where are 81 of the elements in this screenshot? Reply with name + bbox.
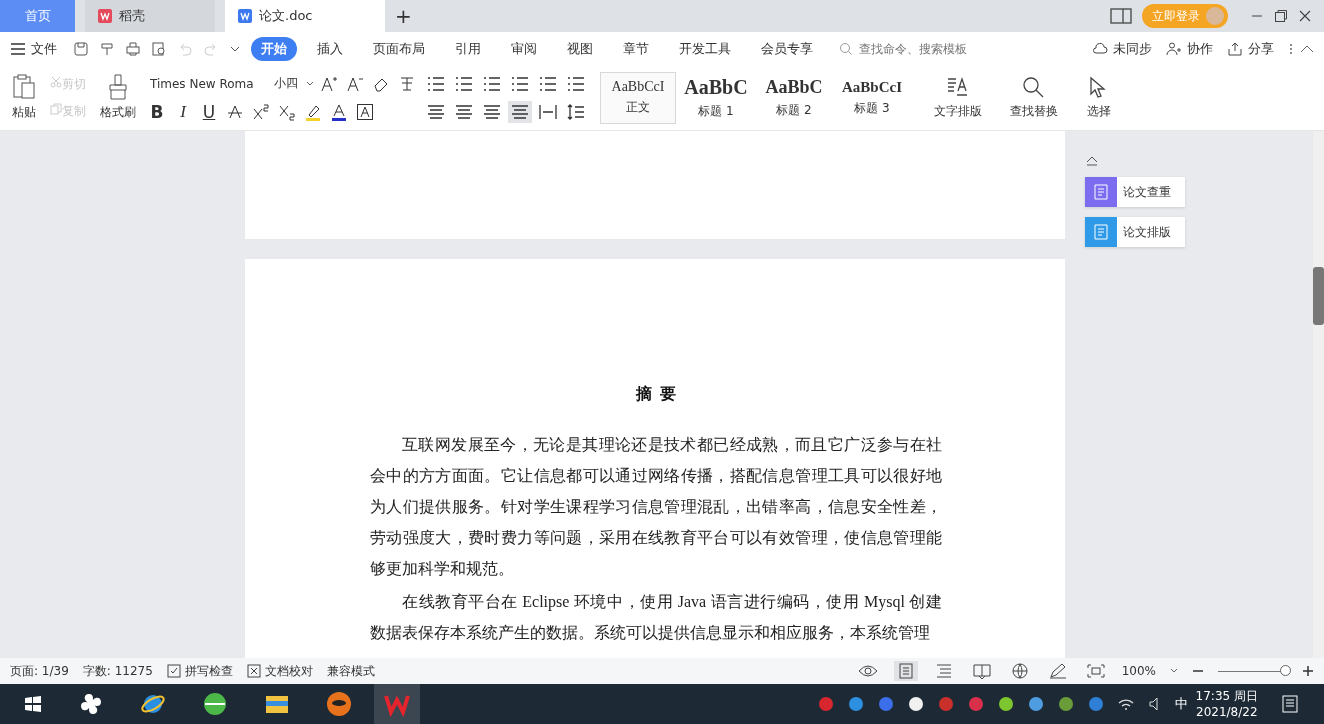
abstract-paragraph: 在线教育平台在 Eclipse 环境中，使用 Java 语言进行编码，使用 Mysql 创建数据表保存本系统产生的数据。系统可以提供信息显示和相应服务，本系统管理: [370, 592, 942, 643]
pinwheel-icon[interactable]: [78, 691, 104, 717]
side-panel-button[interactable]: 论文查重: [1085, 177, 1185, 207]
ribbon-tab[interactable]: 视图: [557, 36, 603, 61]
format-button[interactable]: I: [172, 101, 194, 122]
scrollbar[interactable]: [1313, 131, 1324, 658]
abstract-heading: 摘 要: [634, 384, 677, 404]
clock[interactable]: 17:35 周日 2021/8/22: [1195, 688, 1258, 720]
input-method-indicator[interactable]: 中: [1174, 695, 1188, 713]
tray-icon[interactable]: [996, 695, 1015, 713]
scissors-icon: [50, 75, 62, 88]
caret-icon[interactable]: [306, 80, 314, 87]
ribbon-tool-button[interactable]: 选择: [1082, 73, 1116, 122]
ribbon-tab[interactable]: 插入: [307, 36, 353, 61]
style-preset[interactable]: AaBbC 标题 2: [756, 71, 832, 124]
close-icon[interactable]: [1298, 9, 1312, 23]
zoom-slider-thumb[interactable]: [1279, 664, 1291, 676]
search-icon: [839, 41, 853, 56]
windows-start-icon[interactable]: [24, 695, 42, 713]
save-icon[interactable]: [73, 40, 89, 57]
copy-icon: [50, 102, 62, 115]
style-preset[interactable]: AaBbCcI 标题 3: [834, 71, 910, 124]
format-button[interactable]: U: [198, 101, 220, 122]
format-painter-button[interactable]: 格式刷: [96, 72, 140, 123]
menu-icon: [10, 42, 26, 55]
print-icon[interactable]: [125, 40, 141, 57]
side-panel-button[interactable]: 论文排版: [1085, 217, 1185, 247]
document-icon: [237, 8, 253, 24]
share-icon: [1227, 41, 1243, 56]
file-menu[interactable]: 文件: [10, 39, 57, 58]
ribbon-tab[interactable]: 开始: [251, 36, 297, 61]
ribbon-tool-button[interactable]: 查找替换: [1006, 73, 1062, 122]
notification-icon[interactable]: [1280, 694, 1300, 714]
format-button[interactable]: B: [146, 101, 168, 122]
cross-box-icon: [246, 664, 261, 678]
compatibility-mode: 兼容模式: [326, 662, 375, 680]
avatar-icon: [1206, 7, 1224, 25]
ribbon-tool-button[interactable]: 文字排版: [930, 73, 986, 122]
document-tab[interactable]: 论文.doc: [225, 0, 385, 32]
style-preset[interactable]: AaBbCcI 正文: [600, 71, 676, 124]
document-tab[interactable]: 稻壳: [85, 0, 215, 32]
proofread-button[interactable]: 文档校对: [246, 662, 313, 680]
toolbar-action[interactable]: 协作: [1166, 39, 1213, 58]
toolbar-action[interactable]: 未同步: [1092, 39, 1152, 58]
ribbon-tab[interactable]: 会员专享: [751, 36, 823, 61]
ribbon-tab[interactable]: 章节: [613, 36, 659, 61]
more-icon[interactable]: [1288, 41, 1294, 56]
page-count: 页面: 1/39: [10, 662, 69, 680]
clipboard-icon: [12, 74, 36, 100]
abstract-paragraph: 互联网发展至今，无论是其理论还是技术都已经成熟，而且它广泛参与在社会中的方方面面。它让信息都可以通过网络传播，搭配信息管理工具可以很好地为人们提供服务。针对学生课程学习信息管理混乱，出错率高，信息安全性差，劳动强度大，费时费力等问题，采用在线教育平台可以有效管理，使信息管理能够更加科学和规范。: [370, 435, 942, 579]
spell-check-button[interactable]: 拼写检查: [166, 662, 233, 680]
person-add-icon: [1166, 41, 1182, 56]
command-search-field[interactable]: 查找命令、搜索模板: [839, 40, 991, 57]
ribbon-tab[interactable]: 审阅: [501, 36, 547, 61]
font-family-select[interactable]: Times New Roma: [146, 74, 266, 93]
style-preset[interactable]: AaBbC 标题 1: [678, 71, 754, 124]
font-size-select[interactable]: 小四: [270, 73, 302, 94]
page-view-icon[interactable]: [893, 661, 918, 681]
brush-icon[interactable]: [99, 40, 115, 57]
globe-icon[interactable]: [202, 691, 228, 717]
collapse-icon[interactable]: [1085, 155, 1099, 167]
document-icon: [97, 8, 113, 24]
toolbar-action[interactable]: 分享: [1227, 39, 1274, 58]
ribbon-tab[interactable]: 页面布局: [363, 36, 435, 61]
new-tab-button[interactable]: +: [395, 4, 412, 28]
ribbon-tab[interactable]: 引用: [445, 36, 491, 61]
zoom-level[interactable]: 100%: [1121, 664, 1156, 678]
checkbox-icon: [166, 664, 181, 678]
caret-icon[interactable]: [1170, 668, 1178, 674]
collapse-ribbon-icon[interactable]: [1300, 43, 1314, 54]
word-count: 字数: 11275: [82, 662, 153, 680]
layout-icon[interactable]: [1110, 8, 1132, 24]
brush-icon: [107, 74, 129, 100]
align-icon[interactable]: [508, 100, 532, 123]
preview-icon[interactable]: [151, 40, 167, 57]
paste-button[interactable]: 粘贴: [8, 72, 40, 123]
tray-icon[interactable]: [906, 695, 925, 713]
cloud-icon: [1092, 41, 1108, 56]
ribbon-tab[interactable]: 开发工具: [669, 36, 741, 61]
restore-icon[interactable]: [1274, 9, 1288, 23]
zoom-in-icon[interactable]: [1302, 665, 1314, 677]
